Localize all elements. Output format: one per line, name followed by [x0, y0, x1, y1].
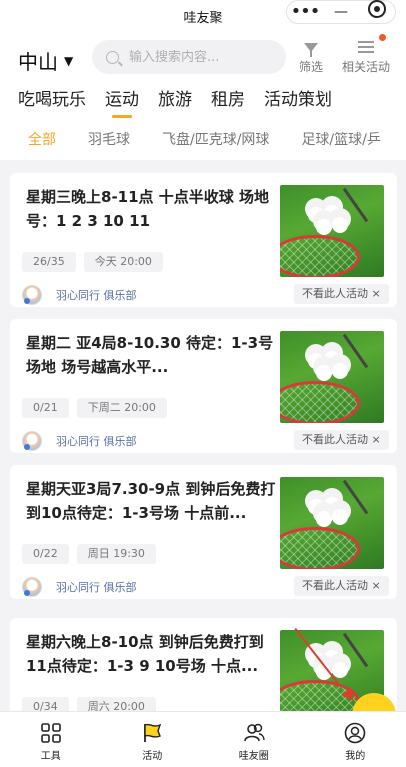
- tab-2[interactable]: 哇友圈: [203, 712, 305, 767]
- racket-shape: [280, 381, 360, 423]
- organizer-name: 羽心同行 俱乐部: [56, 435, 137, 448]
- bottom-tab-bar: 工具 活动 哇友圈 我的: [0, 711, 406, 767]
- organizer-name: 羽心同行 俱乐部: [56, 581, 137, 594]
- chevron-down-icon: ▼: [64, 53, 74, 68]
- racket-handle: [342, 479, 369, 515]
- activity-title: 星期天亚3局7.30-9点 到钟后免费打到10点待定：1-3号场 十点前...: [26, 480, 276, 522]
- hide-organizer-button[interactable]: 不看此人活动 ×: [294, 576, 389, 596]
- organizer[interactable]: 羽心同行 俱乐部: [22, 431, 137, 451]
- flag-icon: [141, 722, 163, 744]
- shuttlecock: [332, 217, 348, 233]
- tab-category-2[interactable]: 旅游: [158, 85, 192, 118]
- organizer-name: 羽心同行 俱乐部: [56, 289, 137, 302]
- avatar: [22, 577, 42, 597]
- racket-handle: [342, 333, 369, 369]
- filter-button[interactable]: 筛选: [299, 38, 323, 75]
- title-bar: 哇友聚 ••• —: [0, 0, 406, 30]
- organizer[interactable]: 羽心同行 俱乐部: [22, 577, 137, 597]
- activity-title: 星期六晚上8-10点 到钟后免费打到11点待定：1-3 9 10号场 十点...: [26, 633, 264, 675]
- tab-0[interactable]: 工具: [0, 712, 102, 767]
- shuttlecock: [332, 363, 348, 379]
- participant-count: 26/35: [22, 252, 76, 272]
- filter-icon: [304, 42, 318, 57]
- people-icon: [243, 722, 265, 744]
- notification-dot: [379, 34, 387, 41]
- tab-category-4[interactable]: 活动策划: [264, 85, 332, 118]
- user-icon: [344, 722, 366, 744]
- search-input[interactable]: [129, 49, 269, 65]
- shuttlecock: [332, 509, 348, 525]
- tab-label: 哇友圈: [238, 751, 269, 762]
- tab-category-1[interactable]: 运动: [105, 85, 139, 118]
- tab-label: 活动: [142, 751, 163, 762]
- search-bar[interactable]: [92, 40, 286, 74]
- tab-subcategory-0[interactable]: 全部: [28, 129, 56, 149]
- participant-count: 0/22: [22, 544, 69, 564]
- hide-organizer-button[interactable]: 不看此人活动 ×: [294, 284, 389, 304]
- avatar: [22, 285, 42, 305]
- racket-shape: [280, 235, 360, 277]
- activity-tags: 0/22 周日 19:30: [22, 544, 164, 564]
- mini-program-capsule: ••• —: [286, 0, 396, 24]
- related-activities-button[interactable]: 相关活动: [342, 34, 391, 75]
- activity-title: 星期三晚上8-11点 十点半收球 场地号：1 2 3 10 11: [26, 188, 269, 230]
- category-tabs: 吃喝玩乐 运动 旅游 租房 活动策划: [0, 82, 406, 118]
- grid-icon: [40, 722, 62, 744]
- shuttlecock: [316, 219, 332, 235]
- activity-card[interactable]: 星期三晚上8-11点 十点半收球 场地号：1 2 3 10 11 26/35 今天 …: [10, 173, 397, 307]
- activity-image[interactable]: [280, 331, 384, 423]
- header: 中山 ▼ 筛选 相关活动: [0, 30, 406, 82]
- activity-card[interactable]: 星期二 亚4局8-10.30 待定：1-3号场地 场号越高水平... 0/21 下周…: [10, 319, 397, 453]
- city-selector[interactable]: 中山 ▼: [18, 46, 73, 75]
- tab-3[interactable]: 我的: [305, 712, 406, 767]
- more-icon[interactable]: •••: [287, 3, 323, 21]
- search-icon: [106, 50, 119, 64]
- shuttlecock: [316, 365, 332, 381]
- racket-handle: [342, 187, 369, 223]
- filter-label: 筛选: [299, 60, 324, 74]
- tab-subcategory-2[interactable]: 飞盘/匹克球/网球: [162, 129, 269, 149]
- minimize-icon[interactable]: —: [323, 1, 359, 23]
- racket-handle: [342, 632, 369, 668]
- tab-category-3[interactable]: 租房: [211, 85, 245, 118]
- activity-title: 星期二 亚4局8-10.30 待定：1-3号场地 场号越高水平...: [26, 334, 274, 376]
- activity-image[interactable]: [280, 477, 384, 569]
- tab-label: 我的: [345, 751, 366, 762]
- tab-subcategory-1[interactable]: 羽毛球: [88, 129, 130, 149]
- tab-1[interactable]: 活动: [102, 712, 204, 767]
- tab-category-0[interactable]: 吃喝玩乐: [18, 85, 86, 118]
- shuttlecock: [332, 662, 348, 678]
- activity-time: 今天 20:00: [83, 252, 163, 272]
- racket-shape: [280, 527, 360, 569]
- subcategory-tabs: 全部 羽毛球 飞盘/匹克球/网球 足球/篮球/乒: [0, 118, 406, 160]
- close-icon: [368, 0, 386, 18]
- participant-count: 0/21: [22, 398, 69, 418]
- activity-time: 下周二 20:00: [76, 398, 167, 418]
- activity-image[interactable]: [280, 185, 384, 277]
- close-mini-program-button[interactable]: [359, 0, 395, 25]
- list-icon: [358, 41, 374, 53]
- shuttlecock: [316, 511, 332, 527]
- organizer[interactable]: 羽心同行 俱乐部: [22, 285, 137, 305]
- related-label: 相关活动: [342, 60, 391, 74]
- avatar: [22, 431, 42, 451]
- tab-label: 工具: [40, 751, 61, 762]
- activity-tags: 26/35 今天 20:00: [22, 252, 171, 272]
- activity-time: 周日 19:30: [76, 544, 156, 564]
- city-label: 中山: [18, 50, 58, 74]
- activity-card[interactable]: 星期天亚3局7.30-9点 到钟后免费打到10点待定：1-3号场 十点前... 0…: [10, 465, 397, 599]
- hide-organizer-button[interactable]: 不看此人活动 ×: [294, 430, 389, 450]
- tab-subcategory-3[interactable]: 足球/篮球/乒: [301, 129, 380, 149]
- activity-tags: 0/21 下周二 20:00: [22, 398, 175, 418]
